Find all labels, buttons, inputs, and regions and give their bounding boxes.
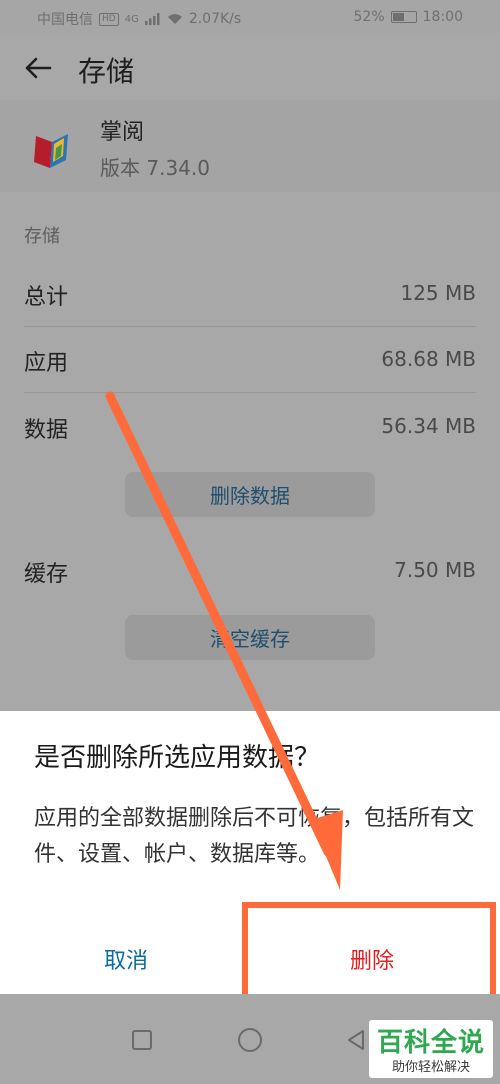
dialog-message: 应用的全部数据删除后不可恢复，包括所有文件、设置、帐户、数据库等。 bbox=[34, 806, 475, 867]
clock: 18:00 bbox=[422, 9, 463, 25]
watermark-title: 百科全说 bbox=[376, 1028, 485, 1058]
square-icon bbox=[132, 1030, 152, 1050]
cancel-button[interactable]: 取消 bbox=[30, 937, 222, 981]
book-app-icon bbox=[34, 134, 68, 168]
row-value: 68.68 MB bbox=[381, 347, 476, 371]
row-label: 总计 bbox=[24, 285, 69, 310]
storage-card: 存储 总计 125 MB 应用 68.68 MB 数据 56.34 MB 删除数… bbox=[0, 205, 500, 711]
row-value: 56.34 MB bbox=[381, 414, 476, 438]
recent-apps-button[interactable] bbox=[122, 1020, 162, 1060]
divider bbox=[24, 392, 476, 393]
storage-section-label: 存储 bbox=[24, 226, 60, 247]
page-title: 存储 bbox=[78, 55, 135, 88]
battery-percent: 52% bbox=[353, 9, 385, 25]
signal-icon bbox=[144, 13, 160, 25]
battery-icon bbox=[390, 11, 417, 23]
app-version: 版本 7.34.0 bbox=[100, 156, 210, 180]
triangle-back-icon bbox=[348, 1030, 364, 1050]
clear-cache-button[interactable]: 清空缓存 bbox=[125, 615, 375, 660]
arrow-left-icon bbox=[25, 57, 52, 79]
row-label: 数据 bbox=[24, 418, 69, 443]
row-value: 125 MB bbox=[400, 281, 476, 305]
row-label: 应用 bbox=[24, 351, 69, 376]
app-info: 掌阅 版本 7.34.0 bbox=[0, 100, 500, 192]
home-button[interactable] bbox=[230, 1020, 270, 1060]
storage-row-data: 数据 56.34 MB bbox=[24, 398, 476, 458]
network-speed: 2.07K/s bbox=[188, 11, 242, 27]
dialog-title: 是否删除所选应用数据？ bbox=[34, 743, 321, 773]
status-right: 52% 18:00 bbox=[354, 9, 463, 25]
status-bar: 中国电信 HD 4G 2.07K/s 52% 18:00 bbox=[0, 0, 500, 36]
delete-data-button[interactable]: 删除数据 bbox=[125, 472, 375, 517]
battery-fill bbox=[392, 13, 405, 21]
watermark-slogan: 助你轻松解决 bbox=[391, 1060, 470, 1075]
wifi-icon bbox=[167, 14, 182, 24]
status-left: 中国电信 HD 4G 2.07K/s bbox=[37, 9, 241, 29]
hd-badge: HD bbox=[99, 12, 119, 26]
network-type-label: 4G bbox=[124, 13, 139, 25]
row-label: 缓存 bbox=[24, 562, 69, 587]
divider bbox=[24, 326, 476, 327]
storage-row-app: 应用 68.68 MB bbox=[24, 331, 476, 391]
back-button[interactable] bbox=[18, 48, 58, 88]
row-value: 7.50 MB bbox=[394, 558, 476, 582]
storage-row-total: 总计 125 MB bbox=[24, 265, 476, 325]
app-name: 掌阅 bbox=[100, 120, 145, 145]
circle-icon bbox=[238, 1028, 262, 1052]
carrier-label: 中国电信 bbox=[37, 12, 93, 28]
watermark-logo: 百科全说 助你轻松解决 bbox=[369, 1020, 493, 1078]
app-header: 存储 bbox=[0, 36, 500, 100]
storage-row-cache: 缓存 7.50 MB bbox=[24, 542, 476, 602]
